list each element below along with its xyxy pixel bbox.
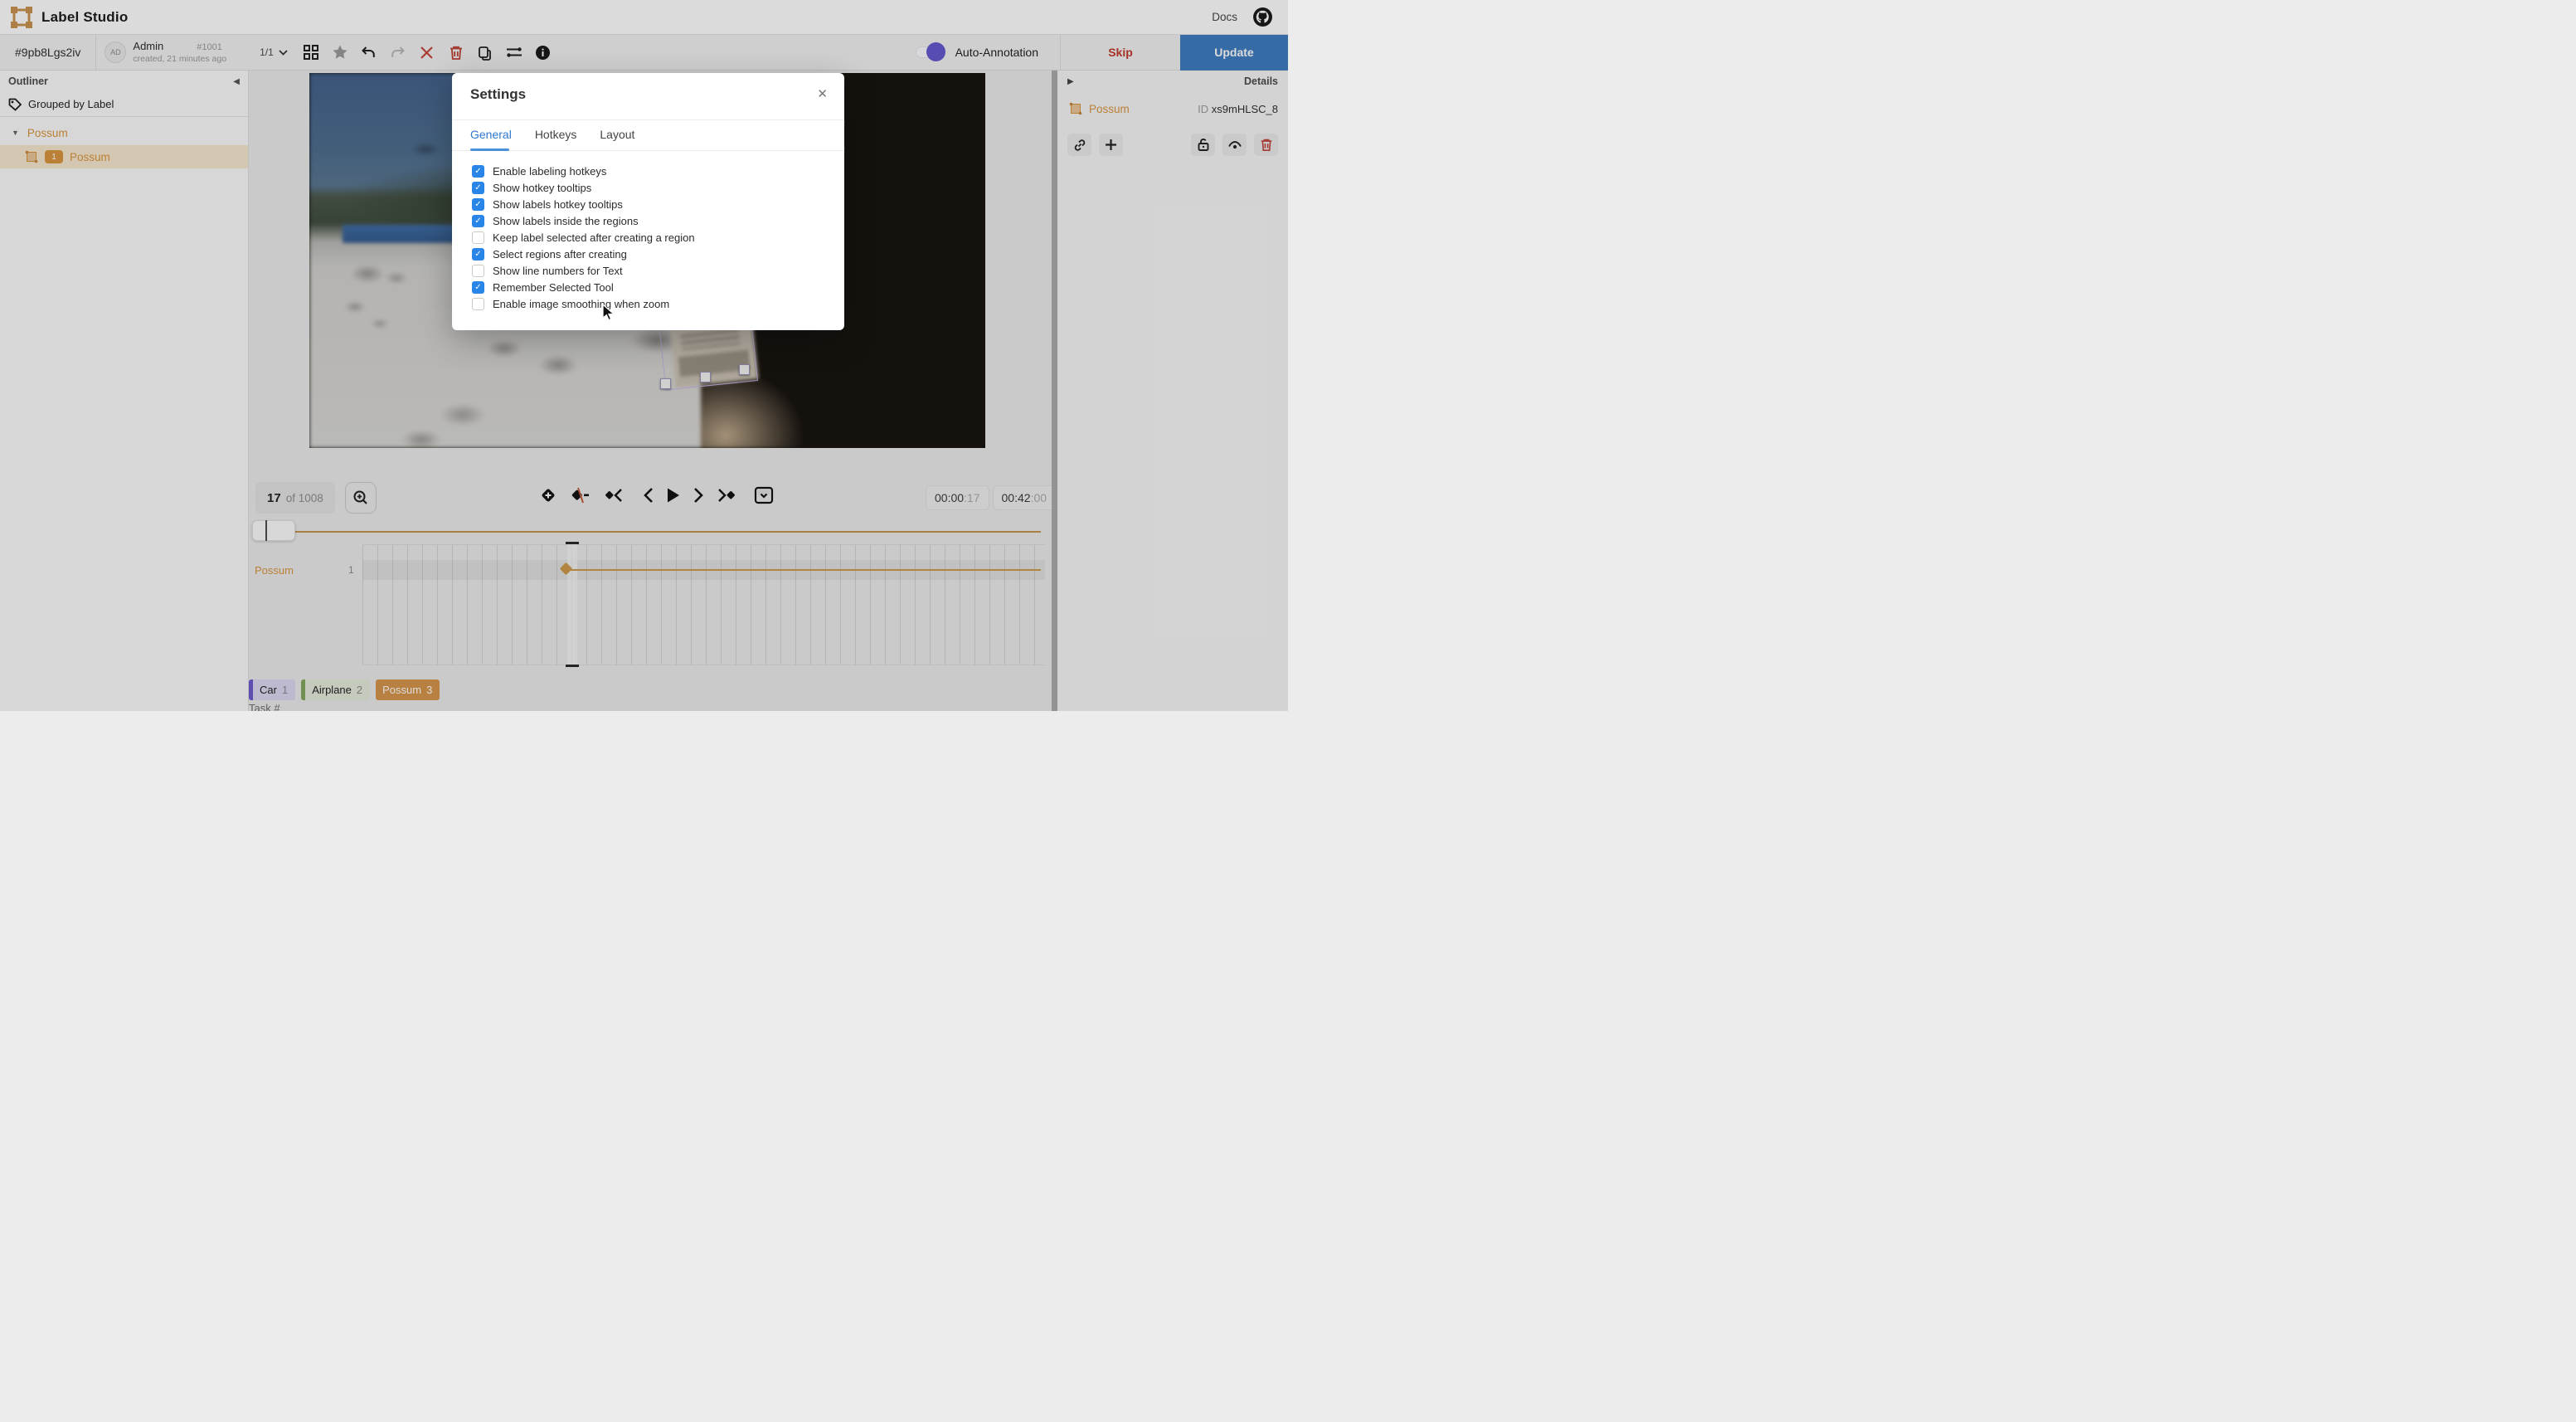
checkbox-label: Show labels hotkey tooltips (493, 198, 623, 211)
checkbox-label: Keep label selected after creating a reg… (493, 231, 695, 244)
settings-option-row: ✓ Select regions after creating (472, 246, 831, 262)
checkbox-label: Enable labeling hotkeys (493, 165, 606, 178)
checkbox-label: Show hotkey tooltips (493, 182, 591, 194)
checkbox-checked-icon[interactable]: ✓ (472, 281, 484, 294)
checkbox-label: Show labels inside the regions (493, 215, 639, 227)
settings-tabs: General Hotkeys Layout (470, 128, 634, 151)
tab-hotkeys[interactable]: Hotkeys (535, 128, 577, 151)
checkbox-unchecked-icon[interactable] (472, 298, 484, 310)
checkbox-label: Select regions after creating (493, 248, 627, 261)
checkbox-label: Remember Selected Tool (493, 281, 614, 294)
settings-option-row: ✓ Enable labeling hotkeys (472, 163, 831, 179)
checkbox-checked-icon[interactable]: ✓ (472, 215, 484, 227)
settings-option-row: ✓ Show labels hotkey tooltips (472, 196, 831, 212)
divider (452, 119, 844, 120)
settings-checkbox-list: ✓ Enable labeling hotkeys ✓ Show hotkey too… (472, 163, 831, 312)
tab-layout[interactable]: Layout (600, 128, 634, 151)
modal-title: Settings (470, 86, 526, 103)
settings-option-row: ✓ Show labels inside the regions (472, 212, 831, 229)
settings-modal: Settings ✕ General Hotkeys Layout ✓ Enable … (452, 73, 844, 330)
checkbox-unchecked-icon[interactable] (472, 231, 484, 244)
checkbox-label: Show line numbers for Text (493, 265, 623, 277)
divider (452, 150, 844, 151)
checkbox-checked-icon[interactable]: ✓ (472, 165, 484, 178)
checkbox-unchecked-icon[interactable] (472, 265, 484, 277)
checkbox-label: Enable image smoothing when zoom (493, 298, 669, 310)
label-studio-app: Label Studio Docs #9pb8Lgs2iv AD Admin #… (0, 0, 1288, 711)
tab-general[interactable]: General (470, 128, 512, 151)
settings-option-row: Show line numbers for Text (472, 262, 831, 279)
checkbox-checked-icon[interactable]: ✓ (472, 248, 484, 261)
settings-option-row: Enable image smoothing when zoom (472, 295, 831, 312)
settings-option-row: ✓ Show hotkey tooltips (472, 179, 831, 196)
settings-option-row: ✓ Remember Selected Tool (472, 279, 831, 295)
close-icon[interactable]: ✕ (817, 86, 828, 101)
active-tab-underline (470, 149, 509, 151)
checkbox-checked-icon[interactable]: ✓ (472, 182, 484, 194)
checkbox-checked-icon[interactable]: ✓ (472, 198, 484, 211)
mouse-cursor (602, 304, 616, 322)
settings-option-row: Keep label selected after creating a reg… (472, 229, 831, 246)
